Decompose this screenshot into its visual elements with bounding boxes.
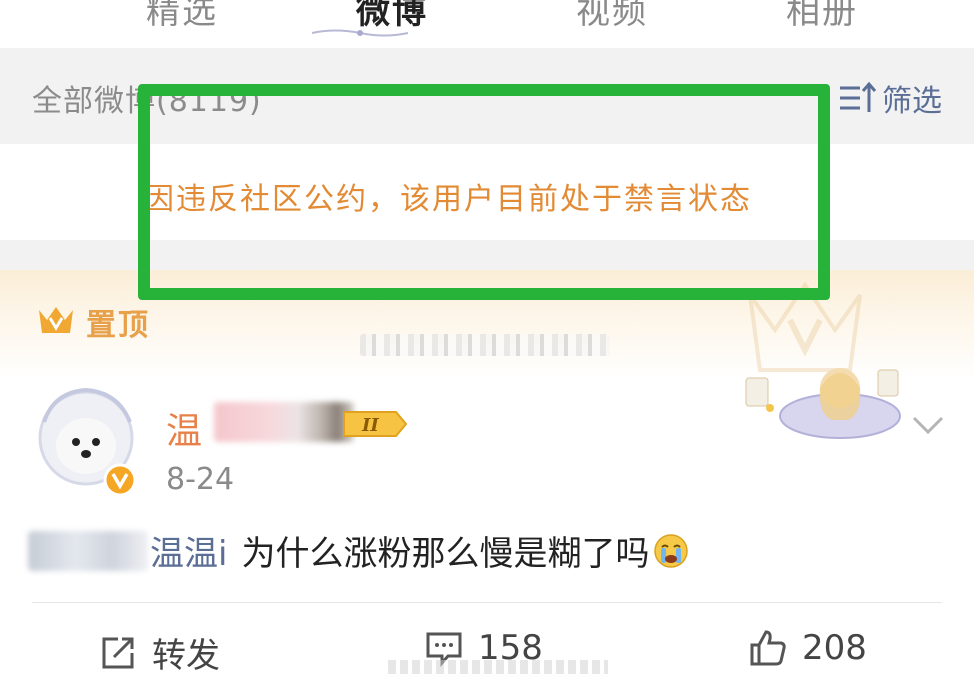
crying-face-icon [654, 533, 689, 568]
highlight-rectangle [138, 84, 830, 300]
filter-button[interactable]: 筛选 [838, 76, 942, 120]
tab-video[interactable]: 视频 [576, 0, 648, 33]
tab-album[interactable]: 相册 [786, 0, 858, 33]
thumbs-up-icon [750, 630, 786, 666]
post-date: 8-24 [166, 462, 235, 497]
decorative-sticker-icon [745, 368, 901, 439]
filter-label: 筛选 [882, 84, 942, 119]
tab-featured[interactable]: 精选 [146, 0, 218, 33]
profile-tabs: 精选 微博 视频 相册 [0, 0, 974, 48]
like-button[interactable]: 208 [748, 628, 867, 668]
avatar[interactable] [34, 382, 140, 498]
post-content: 为什么涨粉那么慢是糊了吗 [241, 534, 650, 574]
sort-filter-icon [840, 81, 877, 112]
blurred-watermark [360, 334, 610, 356]
blurred-username [214, 402, 354, 442]
bottom-watermark [388, 660, 608, 674]
chevron-down-icon[interactable] [908, 410, 948, 440]
member-level-badge: II [343, 411, 408, 437]
divider [32, 602, 942, 603]
pinned-label: 置顶 [86, 308, 150, 343]
mention-link[interactable]: 温温i [150, 526, 227, 575]
username[interactable]: 温 [166, 402, 204, 454]
blurred-mention [28, 530, 148, 571]
repost-icon [102, 637, 134, 668]
post-text: 温温i 为什么涨粉那么慢是糊了吗 [28, 526, 689, 575]
active-tab-ornament [311, 29, 409, 37]
level-badge-text: II [361, 415, 379, 436]
crown-icon [39, 307, 73, 333]
like-count: 208 [802, 628, 867, 668]
repost-label: 转发 [152, 636, 220, 674]
repost-button[interactable]: 转发 [98, 628, 220, 674]
